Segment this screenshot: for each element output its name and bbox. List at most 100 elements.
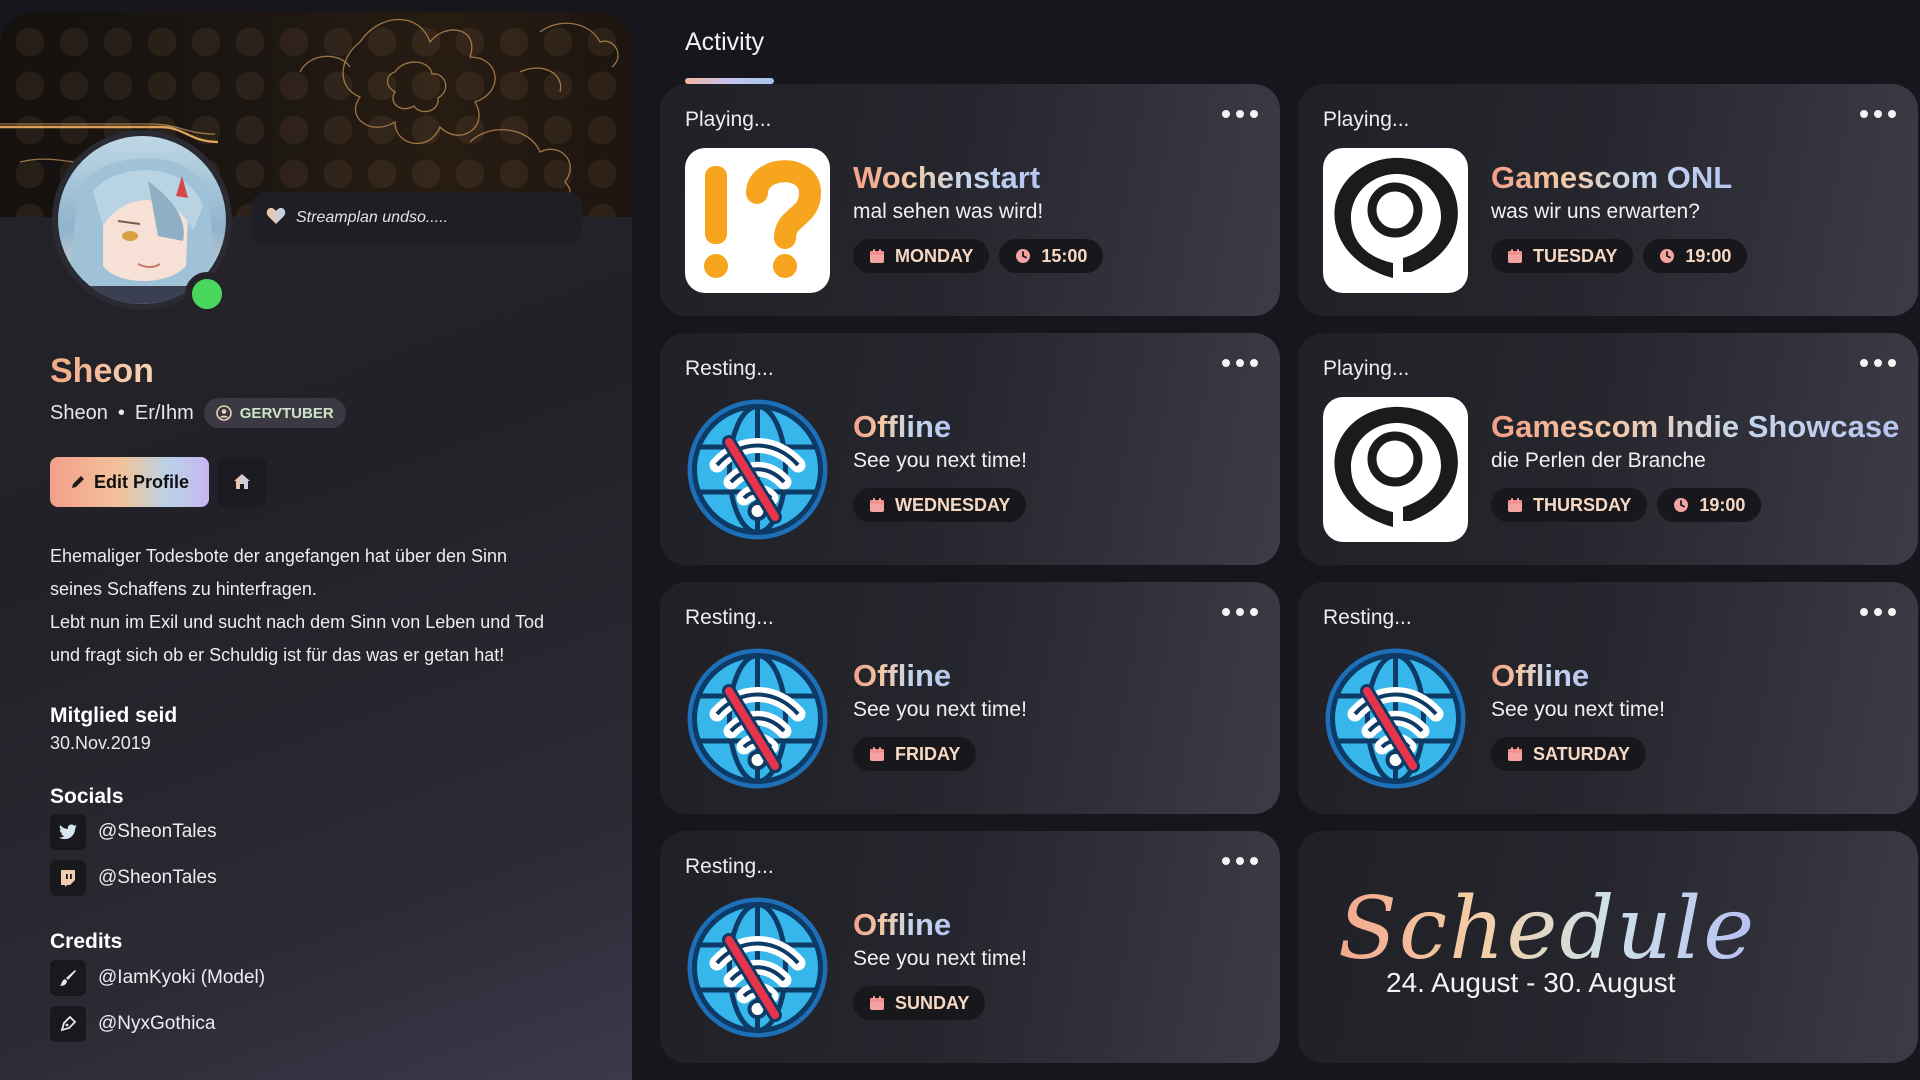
day-label: TUESDAY xyxy=(1533,245,1618,266)
activity-subtitle: See you next time! xyxy=(853,698,1027,721)
home-button[interactable] xyxy=(217,457,267,507)
social-handle: @SheonTales xyxy=(98,867,217,888)
offline-globe-icon xyxy=(1323,646,1468,791)
offline-globe-icon xyxy=(685,895,830,1040)
time-pill: 15:00 xyxy=(999,239,1104,273)
activity-card-saturday[interactable]: Resting... Offline See you next time! SA… xyxy=(1298,582,1918,814)
online-status-indicator xyxy=(185,272,229,316)
time-label: 19:00 xyxy=(1685,245,1732,266)
twitch-icon xyxy=(50,860,86,896)
credit-link-artist[interactable]: @NyxGothica xyxy=(50,1006,216,1042)
day-pill: FRIDAY xyxy=(853,737,977,771)
activity-card-thursday[interactable]: Playing... Gamescom Indie Showcase die P… xyxy=(1298,333,1918,565)
bio-line: seines Schaffens zu hinterfragen. xyxy=(50,579,317,599)
day-pill: TUESDAY xyxy=(1491,239,1634,273)
credit-link-model[interactable]: @IamKyoki (Model) xyxy=(50,960,265,996)
activity-title: Wochenstart xyxy=(853,160,1041,195)
member-since-label: Mitglied seid xyxy=(50,704,178,727)
day-pill: WEDNESDAY xyxy=(853,488,1027,522)
clock-icon xyxy=(1015,248,1031,264)
day-label: WEDNESDAY xyxy=(895,494,1011,515)
more-options-icon[interactable] xyxy=(1860,600,1896,624)
pencil-icon xyxy=(71,476,84,488)
activity-card-wednesday[interactable]: Resting... Offline See you next time! WE… xyxy=(660,333,1280,565)
day-label: SUNDAY xyxy=(895,992,970,1013)
activity-card-tuesday[interactable]: Playing... Gamescom ONL was wir uns erwa… xyxy=(1298,84,1918,316)
calendar-icon xyxy=(869,746,885,762)
edit-profile-button[interactable]: Edit Profile xyxy=(50,457,209,507)
activity-subtitle: die Perlen der Branche xyxy=(1491,449,1706,472)
social-handle: @SheonTales xyxy=(98,821,217,842)
more-options-icon[interactable] xyxy=(1222,600,1258,624)
profile-subline: Sheon • Er/Ihm GERVTUBER xyxy=(50,398,346,428)
pen-icon xyxy=(50,1006,86,1042)
activity-status: Playing... xyxy=(685,108,772,131)
calendar-icon xyxy=(869,497,885,513)
activity-title: Gamescom Indie Showcase xyxy=(1491,409,1900,444)
member-since-value: 30.Nov.2019 xyxy=(50,733,151,753)
role-badge: GERVTUBER xyxy=(203,398,346,428)
offline-globe-icon xyxy=(685,646,830,791)
activity-title: Offline xyxy=(1491,658,1590,693)
day-pill: MONDAY xyxy=(853,239,990,273)
time-pill: 19:00 xyxy=(1657,488,1762,522)
schedule-date-range: 24. August - 30. August xyxy=(1386,967,1676,998)
calendar-icon xyxy=(869,995,885,1011)
activity-subtitle: See you next time! xyxy=(853,947,1027,970)
clock-icon xyxy=(1673,497,1689,513)
time-pill: 19:00 xyxy=(1643,239,1748,273)
day-label: THURSDAY xyxy=(1533,494,1632,515)
more-options-icon[interactable] xyxy=(1860,351,1896,375)
activity-card-sunday[interactable]: Resting... Offline See you next time! SU… xyxy=(660,831,1280,1063)
bio-line: und fragt sich ob er Schuldig ist für da… xyxy=(50,645,505,665)
activity-card-friday[interactable]: Resting... Offline See you next time! FR… xyxy=(660,582,1280,814)
more-options-icon[interactable] xyxy=(1222,849,1258,873)
display-name: Sheon xyxy=(50,401,108,424)
day-label: SATURDAY xyxy=(1533,743,1631,764)
activity-status: Resting... xyxy=(1323,606,1412,629)
brush-icon xyxy=(50,960,86,996)
day-label: FRIDAY xyxy=(895,743,961,764)
calendar-icon xyxy=(1507,248,1523,264)
time-label: 15:00 xyxy=(1041,245,1088,266)
activity-card-monday[interactable]: Playing... Wochenstart mal sehen was wir… xyxy=(660,84,1280,316)
more-options-icon[interactable] xyxy=(1860,102,1896,126)
activity-title[interactable]: Activity xyxy=(685,28,764,57)
status-text: Streamplan undso..... xyxy=(296,209,449,226)
social-link-twitch[interactable]: @SheonTales xyxy=(50,860,217,896)
social-link-twitter[interactable]: @SheonTales xyxy=(50,814,217,850)
heart-icon xyxy=(266,207,286,230)
activity-title: Offline xyxy=(853,907,952,942)
question-exclamation-icon xyxy=(685,148,830,293)
day-label: MONDAY xyxy=(895,245,974,266)
activity-subtitle: See you next time! xyxy=(853,449,1027,472)
activity-subtitle: mal sehen was wird! xyxy=(853,200,1044,223)
schedule-title: Schedule xyxy=(1338,879,1757,979)
socials-label: Socials xyxy=(50,785,124,808)
activity-title: Gamescom ONL xyxy=(1491,160,1733,195)
profile-panel: Streamplan undso..... Sheon Sheon • Er/I… xyxy=(0,12,632,1080)
activity-title: Offline xyxy=(853,658,952,693)
profile-name: Sheon xyxy=(50,352,154,390)
calendar-icon xyxy=(1507,746,1523,762)
day-pill: SUNDAY xyxy=(853,986,986,1020)
clock-icon xyxy=(1659,248,1675,264)
activity-status: Playing... xyxy=(1323,357,1410,380)
offline-globe-icon xyxy=(685,397,830,542)
gamescom-icon xyxy=(1323,397,1468,542)
more-options-icon[interactable] xyxy=(1222,351,1258,375)
bio-line: Ehemaliger Todesbote der angefangen hat … xyxy=(50,546,508,566)
day-pill: THURSDAY xyxy=(1491,488,1648,522)
badge-label: GERVTUBER xyxy=(239,404,334,422)
activity-subtitle: See you next time! xyxy=(1491,698,1665,721)
pronouns: Er/Ihm xyxy=(134,401,194,424)
home-icon xyxy=(234,474,250,489)
activity-status: Resting... xyxy=(685,855,774,878)
more-options-icon[interactable] xyxy=(1222,102,1258,126)
activity-subtitle: was wir uns erwarten? xyxy=(1491,200,1700,223)
calendar-icon xyxy=(1507,497,1523,513)
activity-status: Resting... xyxy=(685,606,774,629)
custom-status[interactable]: Streamplan undso..... xyxy=(252,192,582,244)
user-circle-icon xyxy=(215,405,232,421)
day-pill: SATURDAY xyxy=(1491,737,1647,771)
